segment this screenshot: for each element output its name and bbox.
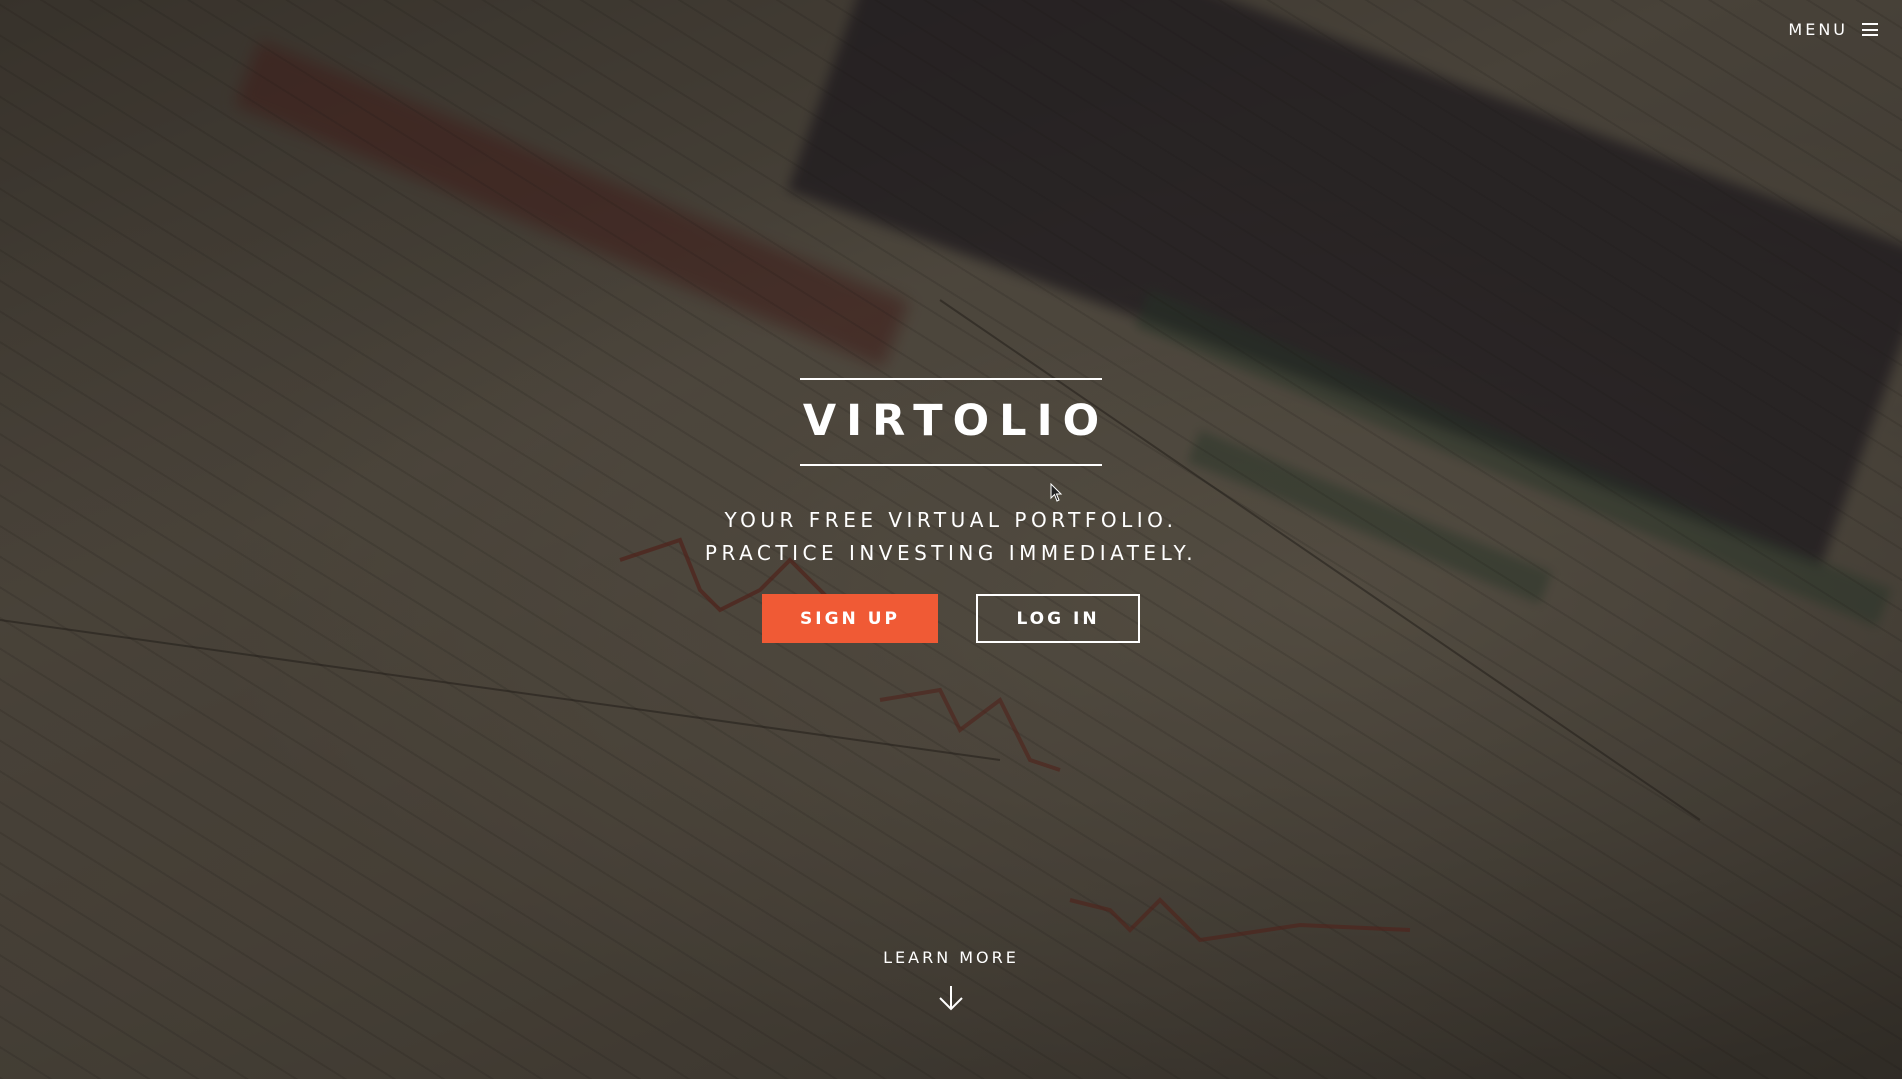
tagline-line-1: YOUR FREE VIRTUAL PORTFOLIO. [724,508,1178,532]
brand-top-rule [800,378,1102,380]
tagline-line-2: PRACTICE INVESTING IMMEDIATELY. [704,541,1198,565]
hero-content: VIRTOLIO YOUR FREE VIRTUAL PORTFOLIO. PR… [0,378,1902,643]
arrow-down-icon [939,986,963,1011]
hero-tagline: YOUR FREE VIRTUAL PORTFOLIO. PRACTICE IN… [705,504,1197,570]
hero-section: MENU VIRTOLIO YOUR FREE VIRTUAL PORTFOLI… [0,0,1902,1079]
brand-bottom-rule [800,464,1102,466]
learn-more-link[interactable]: LEARN MORE [0,948,1902,1011]
sign-up-button[interactable]: SIGN UP [762,594,938,643]
hero-actions: SIGN UP LOG IN [762,594,1140,643]
brand-title: VIRTOLIO [802,396,1110,446]
menu-button[interactable]: MENU [1788,20,1878,39]
learn-more-label: LEARN MORE [883,948,1019,967]
hamburger-icon [1862,23,1878,36]
log-in-button[interactable]: LOG IN [976,594,1140,643]
mouse-cursor-icon [1050,483,1063,502]
menu-label: MENU [1788,20,1848,39]
